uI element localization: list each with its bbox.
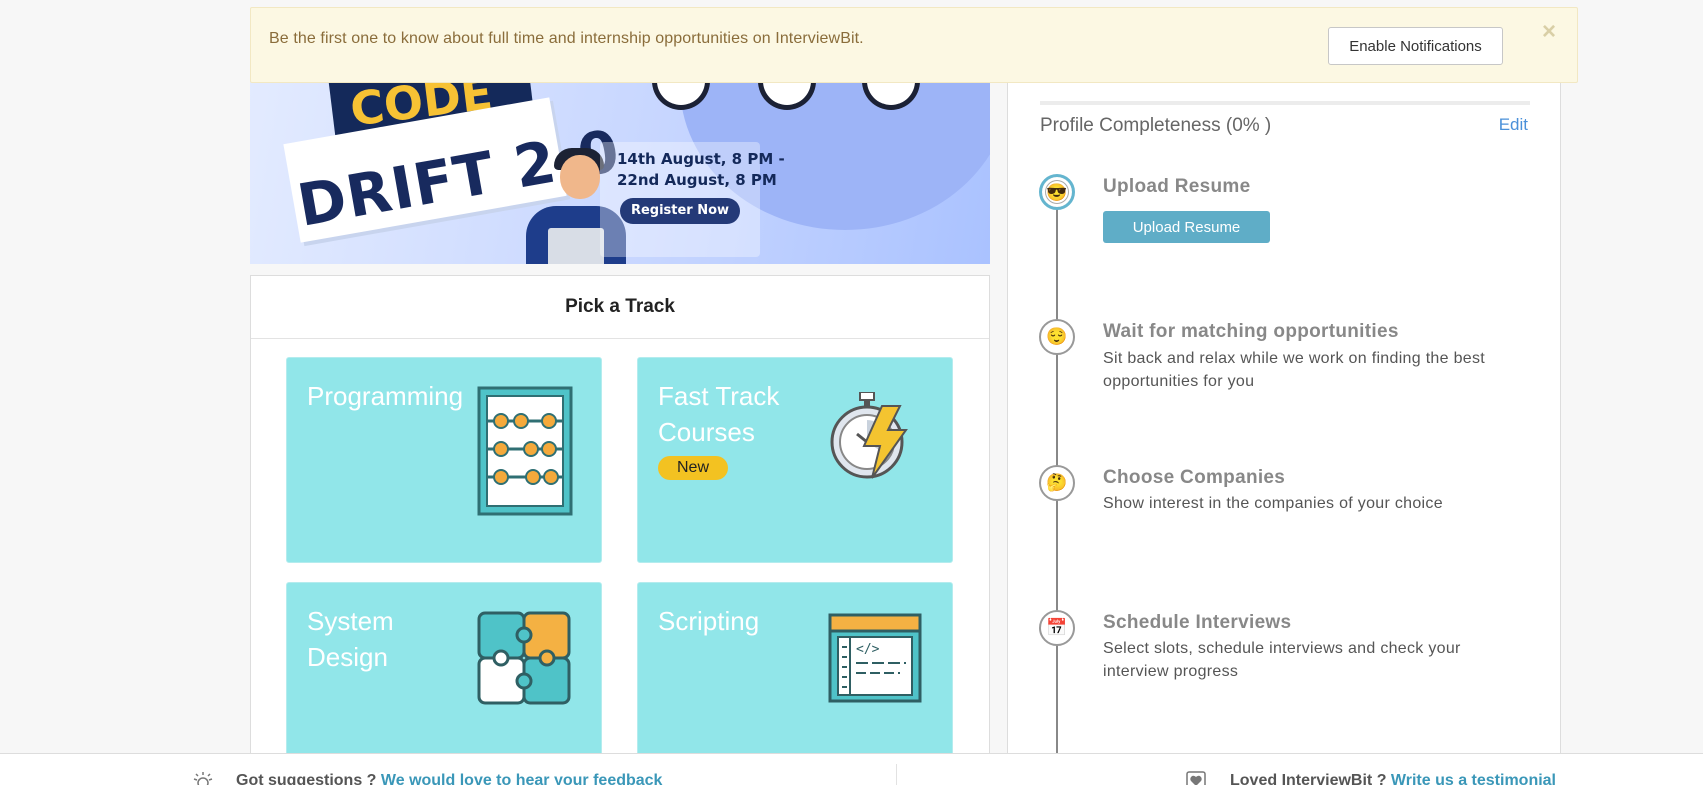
new-badge: New: [658, 456, 728, 480]
register-now-button[interactable]: Register Now: [620, 198, 740, 224]
close-icon[interactable]: ×: [1542, 20, 1556, 44]
relieved-emoji-icon: 😌: [1039, 319, 1075, 355]
track-title: Programming: [307, 381, 464, 411]
enable-notifications-button[interactable]: Enable Notifications: [1328, 27, 1503, 65]
step-title: Choose Companies: [1103, 467, 1286, 488]
footer-divider: [896, 764, 897, 785]
person-head: [560, 155, 600, 199]
calendar-icon: 📅: [1039, 610, 1075, 646]
feedback-prompt: Got suggestions ? We would love to hear …: [236, 772, 662, 785]
abacus-icon: [477, 386, 573, 516]
heart-icon: [1186, 771, 1206, 785]
profile-divider: [1040, 101, 1530, 105]
feedback-link[interactable]: We would love to hear your feedback: [381, 772, 663, 785]
track-title: Fast Track Courses: [658, 381, 780, 447]
feedback-prefix: Got suggestions ?: [236, 772, 377, 785]
track-heading: Pick a Track: [251, 276, 989, 339]
profile-completeness-card: Profile Completeness (0% ) Edit 😎 Upload…: [1007, 60, 1561, 785]
step-description: Show interest in the companies of your c…: [1103, 495, 1443, 512]
banner-date-start: 14th August, 8 PM -: [617, 150, 785, 168]
lightbulb-icon: [193, 772, 213, 785]
sunglasses-emoji-icon: 😎: [1039, 174, 1075, 210]
track-tile-programming[interactable]: Programming: [286, 357, 602, 563]
stopwatch-lightning-icon: [830, 392, 908, 479]
track-title: Scripting: [658, 606, 760, 636]
footer-bar: Got suggestions ? We would love to hear …: [0, 753, 1703, 785]
testimonial-prefix: Loved InterviewBit ?: [1230, 772, 1387, 785]
puzzle-icon: [477, 611, 571, 705]
notification-banner: Be the first one to know about full time…: [250, 7, 1578, 83]
profile-completeness-title: Profile Completeness (0% ): [1040, 115, 1272, 136]
notification-text: Be the first one to know about full time…: [269, 30, 864, 47]
testimonial-link[interactable]: Write us a testimonial: [1391, 772, 1556, 785]
step-description: Sit back and relax while we work on find…: [1103, 350, 1486, 390]
laptop-icon: [548, 228, 604, 264]
code-drift-banner[interactable]: CODE DRIFT 2.0 14th August, 8 PM - 22nd …: [250, 60, 990, 264]
banner-date-end: 22nd August, 8 PM: [617, 171, 777, 189]
track-title: System Design: [307, 606, 394, 672]
step-description: Select slots, schedule interviews and ch…: [1103, 640, 1461, 680]
track-tile-fast-track[interactable]: Fast Track Courses New: [637, 357, 953, 563]
upload-resume-button[interactable]: Upload Resume: [1103, 211, 1270, 243]
testimonial-prompt: Loved InterviewBit ? Write us a testimon…: [1230, 772, 1556, 785]
edit-profile-link[interactable]: Edit: [1499, 115, 1528, 135]
svg-text:</>: </>: [856, 642, 880, 657]
step-title: Wait for matching opportunities: [1103, 321, 1399, 342]
step-title: Upload Resume: [1103, 176, 1251, 197]
thinking-emoji-icon: 🤔: [1039, 465, 1075, 501]
step-title: Schedule Interviews: [1103, 612, 1292, 633]
code-window-icon: </>: [828, 613, 922, 703]
pick-a-track-card: Pick a Track Programming Fast Track Cour…: [250, 275, 990, 785]
